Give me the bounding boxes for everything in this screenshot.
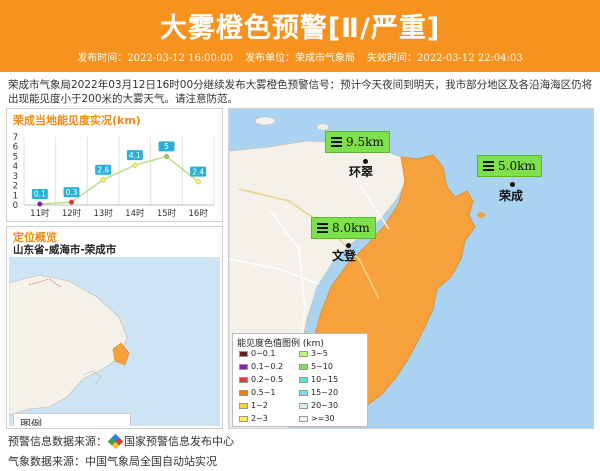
color-legend-item: 5~10 <box>299 362 333 371</box>
data-point <box>132 162 138 168</box>
color-legend-item: 3~5 <box>299 349 328 358</box>
warning-source: 预警信息数据来源： 国家预警信息发布中心 <box>8 433 234 449</box>
x-tick-label: 13时 <box>94 208 114 219</box>
weather-source: 气象数据来源：中国气象局全国自动站实况 <box>8 455 217 468</box>
color-legend-item: 0~0.1 <box>239 349 276 358</box>
x-tick-label: 12时 <box>62 208 82 219</box>
color-swatch <box>239 350 248 357</box>
menu-icon <box>317 223 328 233</box>
color-legend-item: 1~2 <box>239 401 268 410</box>
color-legend-item: >=30 <box>299 414 335 423</box>
station-label-wendeng[interactable]: 8.0km <box>311 217 376 239</box>
color-legend-item: 10~15 <box>299 375 338 384</box>
menu-icon <box>331 137 342 147</box>
data-label: 4.1 <box>129 151 141 160</box>
station-label-huancui[interactable]: 9.5km <box>325 131 390 153</box>
data-label: 2.6 <box>97 165 109 174</box>
issuer: 发布单位：荣成市气象局 <box>245 53 355 64</box>
x-tick-label: 15时 <box>157 208 177 219</box>
y-tick-label: 3 <box>13 172 18 182</box>
data-label: 2.4 <box>192 167 204 176</box>
location-legend: 图例 国界 省界 <box>13 413 131 426</box>
warning-map[interactable]: 9.5km 环翠 5.0km 荣成 8.0km 文登 能见度色值图例 (km) … <box>228 108 594 429</box>
y-tick-label: 2 <box>13 182 18 192</box>
color-legend-item: 2~3 <box>239 414 268 423</box>
data-label: 0.3 <box>66 188 78 197</box>
color-legend-item: 0.2~0.5 <box>239 375 283 384</box>
warning-title: 大雾橙色预警[Ⅱ/严重] <box>159 13 441 44</box>
data-label: 0.1 <box>34 190 46 199</box>
x-tick-label: 16时 <box>189 208 209 219</box>
issue-time: 发布时间：2022-03-12 16:00:00 <box>77 53 233 64</box>
warning-description: 荣成市气象局2022年03月12日16时00分继续发布大雾橙色预警信号：预计今天… <box>8 79 593 105</box>
color-swatch <box>239 402 248 409</box>
color-swatch <box>299 415 308 422</box>
warning-center-logo-icon <box>107 433 124 449</box>
warning-source-link[interactable]: 国家预警信息发布中心 <box>124 433 234 449</box>
location-panel: 定位概览 山东省-威海市-荣成市 图例 国界 省界 <box>6 226 223 429</box>
color-swatch <box>299 350 308 357</box>
expire-time: 失效时间：2022-03-12 22:04:03 <box>367 53 523 64</box>
data-point <box>100 177 106 183</box>
color-legend-item: 0.5~1 <box>239 388 276 397</box>
city-wendeng: 文登 <box>332 249 357 263</box>
color-legend-item: 0.1~0.2 <box>239 362 283 371</box>
x-tick-label: 11时 <box>30 208 50 219</box>
color-legend-item: 20~30 <box>299 401 338 410</box>
y-tick-label: 0 <box>13 201 18 211</box>
warning-banner: 大雾橙色预警[Ⅱ/严重] 发布时间：2022-03-12 16:00:00 发布… <box>0 0 600 72</box>
data-point <box>195 179 201 185</box>
station-label-rongcheng[interactable]: 5.0km <box>477 155 542 177</box>
city-huancui: 环翠 <box>349 165 374 179</box>
color-swatch <box>299 376 308 383</box>
color-swatch <box>299 363 308 370</box>
data-point <box>37 201 43 207</box>
location-legend-title: 图例 <box>20 418 42 426</box>
y-tick-label: 7 <box>13 133 18 143</box>
data-label: 5 <box>164 142 169 151</box>
data-point <box>68 199 75 205</box>
location-map[interactable]: 图例 国界 省界 <box>9 257 220 426</box>
color-swatch <box>239 376 248 383</box>
color-swatch <box>299 402 308 409</box>
visibility-color-legend: 能见度色值图例 (km) 0~0.1 3~5 0.1~0.2 5~10 0.2~0.5 1… <box>232 333 368 427</box>
color-swatch <box>239 389 248 396</box>
color-legend-item: 15~20 <box>299 388 338 397</box>
menu-icon <box>483 161 494 171</box>
data-point <box>163 153 170 159</box>
x-tick-label: 14时 <box>125 208 145 219</box>
color-swatch <box>239 363 248 370</box>
y-tick-label: 1 <box>13 191 18 201</box>
chart-title: 荣成当地能见度实况(km) <box>13 114 141 127</box>
warning-meta: 发布时间：2022-03-12 16:00:00 发布单位：荣成市气象局 失效时… <box>0 49 600 69</box>
y-tick-label: 5 <box>13 152 18 162</box>
color-swatch <box>239 415 248 422</box>
city-rongcheng: 荣成 <box>499 189 524 203</box>
location-region: 山东省-威海市-荣成市 <box>13 244 117 256</box>
color-swatch <box>299 389 308 396</box>
visibility-chart-panel: 0 1 2 3 4 5 6 7 0.1 11时 0.3 12时 2.6 13时 4.1 14时 5 15时 2.4 1… <box>6 108 223 222</box>
y-tick-label: 4 <box>13 162 18 172</box>
y-tick-label: 6 <box>13 143 18 153</box>
color-legend-title: 能见度色值图例 (km) <box>237 339 324 349</box>
shandong-peninsula-map <box>9 274 130 416</box>
